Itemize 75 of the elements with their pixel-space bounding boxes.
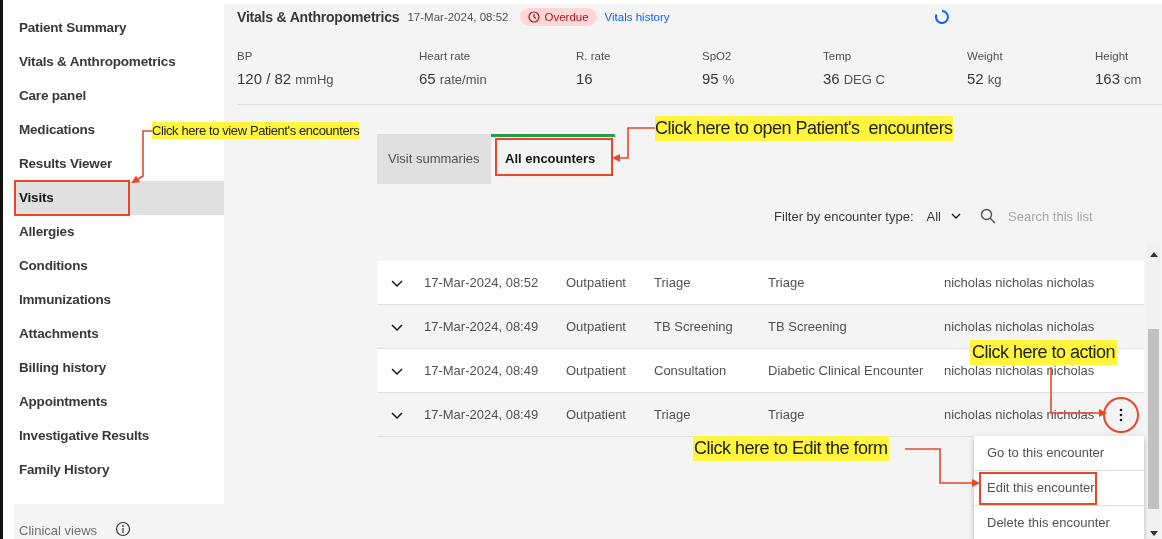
table-cell: Triage bbox=[768, 275, 805, 290]
vital-label: Height bbox=[1095, 50, 1130, 64]
vital-label: Temp bbox=[823, 50, 853, 64]
callout-tooltip: Click here to open Patient's encounters bbox=[655, 116, 953, 141]
vital-label: Weight bbox=[967, 50, 1004, 64]
vital-value: 52 bbox=[967, 70, 984, 87]
menu-item[interactable]: Delete this encounter bbox=[974, 506, 1144, 539]
vital-unit: DEG C bbox=[843, 72, 885, 87]
table-cell: nicholas nicholas nicholas bbox=[944, 319, 1095, 334]
sidebar-item[interactable]: Patient Summary bbox=[14, 11, 224, 45]
filter-dropdown[interactable]: All bbox=[926, 208, 962, 224]
sidebar-item[interactable]: Allergies bbox=[14, 215, 224, 249]
callout-tooltip: Click here to Edit the form bbox=[693, 436, 889, 461]
filter-label: Filter by encounter type: bbox=[774, 208, 914, 224]
vital-label: SpO2 bbox=[702, 50, 733, 64]
timestamp: 17-Mar-2024, 08:52 bbox=[407, 11, 509, 23]
scrollbar[interactable] bbox=[1147, 244, 1160, 539]
tab[interactable]: Visit summaries bbox=[377, 134, 491, 184]
kebab-icon bbox=[1119, 407, 1123, 422]
table-cell: Outpatient bbox=[566, 407, 626, 422]
vital-value: 120 / 82 bbox=[237, 70, 292, 87]
vital-label: BP bbox=[237, 50, 254, 64]
sidebar-item[interactable]: Family History bbox=[14, 453, 224, 487]
table-cell: Outpatient bbox=[566, 275, 626, 290]
callout-arrow bbox=[131, 130, 153, 184]
vital-unit: % bbox=[722, 72, 735, 87]
section-title: Vitals & Anthropometrics bbox=[237, 9, 400, 25]
table-cell: Outpatient bbox=[566, 363, 626, 378]
table-row[interactable]: 17-Mar-2024, 08:52 Outpatient Triage Triage nicholas nicholas nicholas bbox=[377, 261, 1144, 305]
sidebar-item[interactable]: Investigative Results bbox=[14, 419, 224, 453]
vital-unit: kg bbox=[987, 72, 1002, 87]
menu-item[interactable]: Go to this encounter bbox=[974, 436, 1144, 471]
sidebar-item[interactable]: Immunizations bbox=[14, 283, 224, 317]
clock-icon bbox=[528, 11, 541, 23]
history-link[interactable]: Vitals history bbox=[604, 11, 670, 23]
sidebar-item[interactable]: Billing history bbox=[14, 351, 224, 385]
table-cell: 17-Mar-2024, 08:52 bbox=[424, 275, 539, 290]
search-icon bbox=[980, 208, 996, 224]
callout-tooltip: Click here to action bbox=[970, 340, 1118, 365]
table-cell: TB Screening bbox=[768, 319, 847, 334]
table-cell: 17-Mar-2024, 08:49 bbox=[424, 319, 539, 334]
sidebar-item[interactable]: Conditions bbox=[14, 249, 224, 283]
table-cell: Triage bbox=[768, 407, 805, 422]
sidebar-item[interactable]: Care panel bbox=[14, 79, 224, 113]
table-cell: Triage bbox=[654, 275, 691, 290]
table-cell: nicholas nicholas nicholas bbox=[944, 275, 1095, 290]
sidebar-item[interactable]: Visits bbox=[14, 181, 224, 215]
vital-value: 95 bbox=[702, 70, 719, 87]
table-cell: Triage bbox=[654, 407, 691, 422]
table-cell: TB Screening bbox=[654, 319, 733, 334]
sidebar-item[interactable]: Vitals & Anthropometrics bbox=[14, 45, 224, 79]
sidebar-item[interactable]: Results Viewer bbox=[14, 147, 224, 181]
section-label: Clinical views bbox=[19, 523, 98, 538]
table-cell: Outpatient bbox=[566, 319, 626, 334]
vital-unit: mmHg bbox=[295, 72, 334, 87]
vital-value: 36 bbox=[823, 70, 840, 87]
table-cell: Diabetic Clinical Encounter bbox=[768, 363, 924, 378]
vital-label: R. rate bbox=[576, 50, 612, 64]
vital-value: 163 bbox=[1095, 70, 1121, 87]
status-text: Overdue bbox=[544, 11, 589, 23]
vital-unit: cm bbox=[1124, 72, 1142, 87]
table-cell: 17-Mar-2024, 08:49 bbox=[424, 363, 539, 378]
callout-arrow bbox=[612, 127, 656, 162]
tab[interactable]: All encounters bbox=[491, 134, 615, 184]
sidebar-item[interactable]: Appointments bbox=[14, 385, 224, 419]
info-icon bbox=[115, 521, 132, 537]
menu-item[interactable]: Edit this encounter bbox=[974, 471, 1144, 506]
vital-label: Heart rate bbox=[419, 50, 472, 64]
table-cell: 17-Mar-2024, 08:49 bbox=[424, 407, 539, 422]
vital-unit: rate/min bbox=[439, 72, 487, 87]
sidebar-item[interactable]: Attachments bbox=[14, 317, 224, 351]
search-field[interactable]: Search this list bbox=[1008, 208, 1162, 224]
table-cell: Consultation bbox=[654, 363, 727, 378]
vital-value: 65 bbox=[419, 70, 436, 87]
vital-value: 16 bbox=[576, 70, 593, 87]
